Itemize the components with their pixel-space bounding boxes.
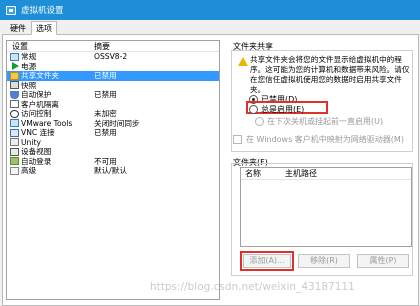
shared-folder-icon — [10, 71, 19, 80]
setting-column-header: 设置 — [12, 42, 28, 51]
list-item-advanced[interactable]: 高级 默认/默认 — [7, 166, 219, 176]
warning-icon — [238, 57, 248, 66]
radio-always-enabled[interactable]: 总是启用(E) — [249, 104, 304, 115]
radio-button — [255, 117, 264, 126]
access-control-icon — [10, 109, 19, 118]
list-item-vmware-tools[interactable]: VMware Tools 关闭时间同步 — [7, 119, 219, 129]
device-view-icon — [10, 147, 19, 156]
vm-icon — [10, 52, 19, 61]
list-item-power[interactable]: 电源 — [7, 62, 219, 72]
list-item-label: 常规 — [21, 52, 37, 61]
checkbox — [233, 135, 242, 144]
radio-button[interactable] — [249, 105, 258, 114]
folders-table[interactable]: 名称 主机路径 — [240, 167, 412, 247]
options-list-header: 设置 摘要 — [7, 41, 219, 52]
properties-button[interactable]: 属性(P) — [357, 254, 409, 268]
watermark: https://blog.csdn.net/weixin_43187111 — [150, 281, 355, 293]
advanced-icon — [10, 166, 19, 175]
list-item-value: 已禁用 — [94, 71, 117, 80]
list-item-autologin[interactable]: 自动登录 不可用 — [7, 157, 219, 167]
vmware-tools-icon — [10, 119, 19, 128]
window-title: 虚拟机设置 — [21, 6, 64, 16]
list-item-value: 不可用 — [94, 156, 117, 166]
isolation-icon — [10, 100, 19, 109]
list-item-isolation[interactable]: 客户机隔离 — [7, 100, 219, 110]
list-item-shared-folders[interactable]: 共享文件夹 已禁用 — [7, 71, 219, 81]
snapshot-icon — [10, 81, 19, 90]
title-bar: 虚拟机设置 — [0, 0, 420, 20]
tab-hardware[interactable]: 硬件 — [5, 21, 31, 35]
unity-icon — [10, 138, 19, 147]
list-item-value: 已禁用 — [94, 90, 117, 99]
name-column-header: 名称 — [245, 169, 261, 178]
radio-until-poweroff: 在下次关机或挂起前一直启用(U) — [255, 116, 383, 127]
list-item-value: 已禁用 — [94, 128, 117, 137]
autologin-icon — [10, 157, 19, 166]
list-item-value: 未加密 — [94, 109, 117, 118]
list-item-label: 自动登录 — [21, 156, 52, 166]
remove-button[interactable]: 移除(R) — [298, 254, 350, 268]
sharing-warning-text: 共享文件夹会将您的文件显示给虚拟机中的程序。这可能为您的计算机和数据带来风险。请… — [250, 55, 410, 94]
list-item-value: 默认/默认 — [94, 166, 127, 175]
list-item-label: 自动保护 — [21, 90, 52, 99]
map-network-drive-option: 在 Windows 客户机中映射为网络驱动器(M) — [233, 134, 404, 145]
autoprotect-icon — [10, 90, 19, 99]
options-list[interactable]: 设置 摘要 常规 OSSV8-2 电源 共享文件夹 已禁用 快照 自动保护 已禁… — [6, 40, 220, 300]
list-item-label: 设备视图 — [21, 147, 52, 156]
folders-table-header: 名称 主机路径 — [241, 168, 411, 180]
list-item-label: 电源 — [21, 61, 37, 71]
list-item-snapshots[interactable]: 快照 — [7, 81, 219, 91]
summary-column-header: 摘要 — [94, 42, 110, 51]
list-item-label: VMware Tools — [21, 118, 73, 128]
list-item-label: 访问控制 — [21, 109, 52, 118]
tab-options[interactable]: 选项 — [31, 21, 57, 35]
list-item-label: 共享文件夹 — [21, 71, 59, 80]
host-path-column-header: 主机路径 — [285, 169, 317, 178]
add-button[interactable]: 添加(A)... — [243, 254, 291, 268]
list-item-vnc[interactable]: VNC 连接 已禁用 — [7, 128, 219, 138]
list-item-value: OSSV8-2 — [94, 52, 128, 61]
list-item-access-control[interactable]: 访问控制 未加密 — [7, 109, 219, 119]
list-item-value: 关闭时间同步 — [94, 118, 140, 128]
radio-label: 在下次关机或挂起前一直启用(U) — [267, 117, 384, 126]
list-item-unity[interactable]: Unity — [7, 138, 219, 148]
radio-label: 总是启用(E) — [261, 105, 305, 114]
power-play-icon — [10, 62, 19, 71]
list-item-device-view[interactable]: 设备视图 — [7, 147, 219, 157]
vnc-icon — [10, 128, 19, 137]
checkbox-label: 在 Windows 客户机中映射为网络驱动器(M) — [246, 135, 404, 144]
list-item-label: 客户机隔离 — [21, 99, 59, 109]
list-item-autoprotect[interactable]: 自动保护 已禁用 — [7, 90, 219, 100]
vm-app-icon — [6, 5, 16, 15]
list-item-label: Unity — [21, 137, 41, 147]
list-item-label: VNC 连接 — [21, 128, 55, 137]
tab-strip: 硬件 选项 — [5, 21, 57, 35]
list-item-label: 快照 — [21, 80, 37, 90]
vm-settings-window: 虚拟机设置 硬件 选项 设置 摘要 常规 OSSV8-2 电源 共享文件夹 已禁… — [0, 0, 420, 306]
list-item-general[interactable]: 常规 OSSV8-2 — [7, 52, 219, 62]
list-item-label: 高级 — [21, 166, 37, 175]
